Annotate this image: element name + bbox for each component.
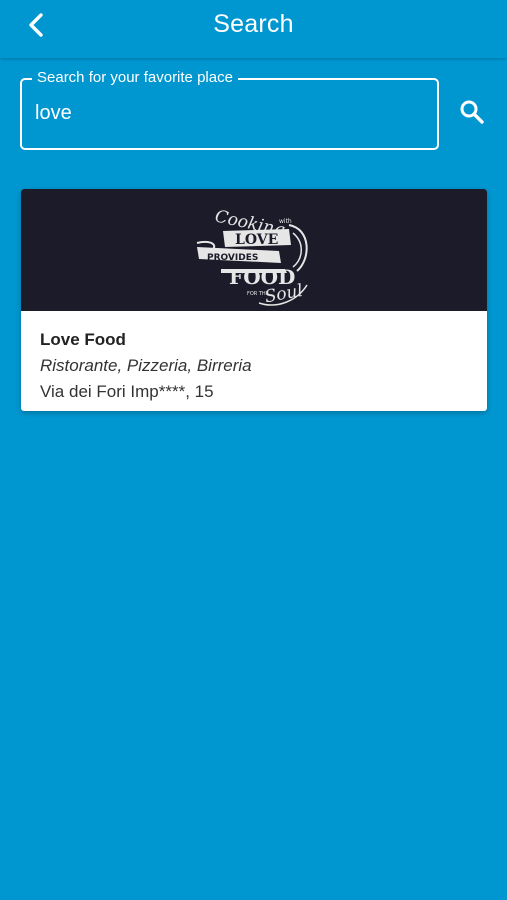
search-icon — [460, 100, 484, 124]
place-category: Ristorante, Pizzeria, Birreria — [40, 356, 252, 375]
result-card[interactable]: Cooking with LOVE PROVIDES FOOD FOR THE … — [21, 189, 487, 411]
search-input[interactable] — [35, 98, 425, 128]
search-button[interactable] — [458, 98, 486, 126]
svg-text:with: with — [279, 218, 292, 225]
svg-text:PROVIDES: PROVIDES — [207, 253, 258, 263]
result-card-body: Love Food Ristorante, Pizzeria, Birreria… — [40, 329, 475, 403]
place-address: Via dei Fori Imp****, 15 — [40, 382, 214, 401]
place-name: Love Food — [40, 330, 126, 349]
result-card-image: Cooking with LOVE PROVIDES FOOD FOR THE … — [21, 189, 487, 311]
restaurant-logo: Cooking with LOVE PROVIDES FOOD FOR THE … — [193, 189, 317, 311]
app-header: Search — [0, 0, 507, 58]
search-field[interactable]: Search for your favorite place — [20, 69, 439, 150]
page-title: Search — [213, 10, 294, 38]
search-field-label: Search for your favorite place — [32, 69, 238, 86]
svg-text:LOVE: LOVE — [235, 232, 278, 248]
search-screen: Search Search for your favorite place Co… — [0, 0, 507, 900]
